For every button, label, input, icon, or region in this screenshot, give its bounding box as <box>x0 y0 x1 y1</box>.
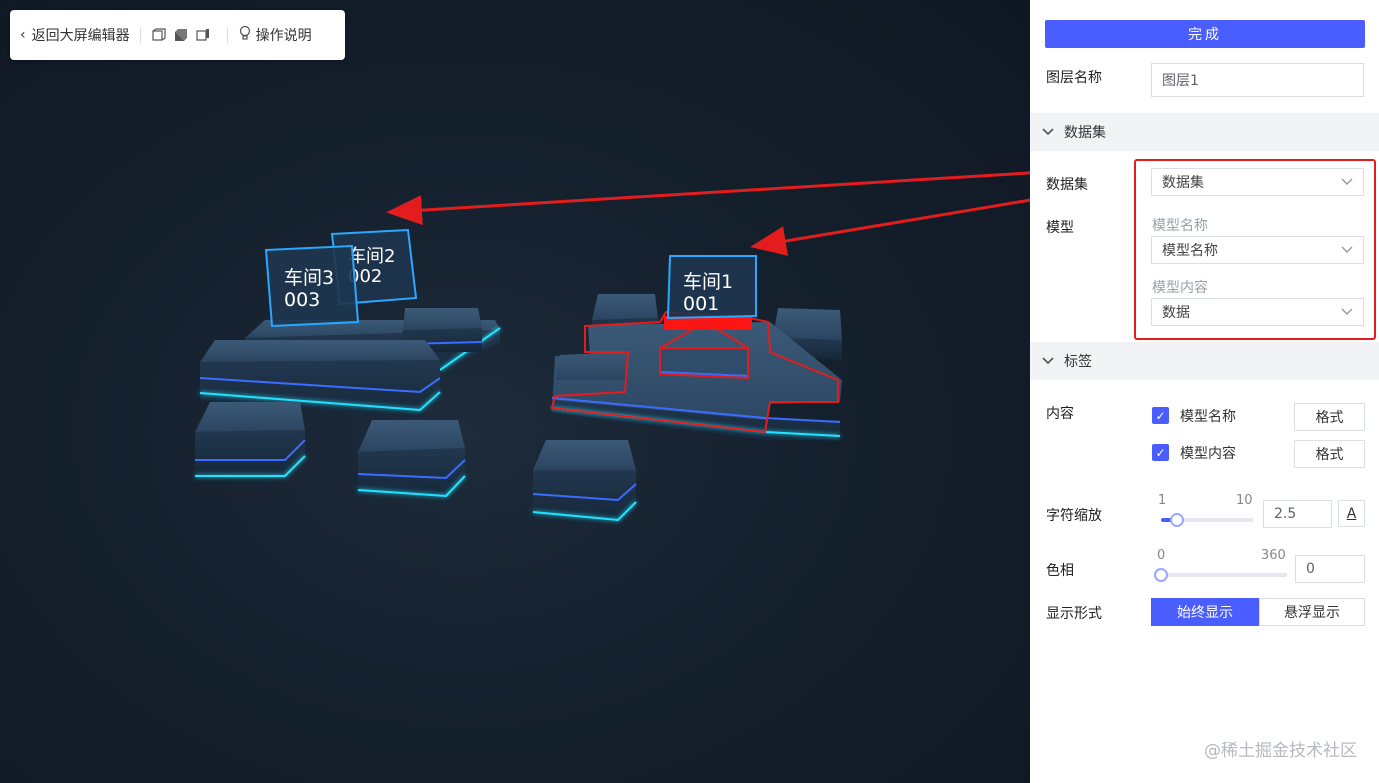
font-color-button[interactable]: A <box>1338 500 1365 527</box>
help-label: 操作说明 <box>255 28 312 44</box>
label-panel-1[interactable]: 车间1 001 <box>666 255 757 320</box>
done-button[interactable]: 完成 <box>1045 20 1365 48</box>
model-content-sublabel: 模型内容 <box>1152 280 1208 296</box>
label-3-code: 003 <box>284 289 320 311</box>
back-label: 返回大屏编辑器 <box>31 28 130 44</box>
layer-name-input[interactable]: 图层1 <box>1151 63 1364 97</box>
label-panel-3[interactable]: 车间3 003 <box>264 244 360 328</box>
model-content-format-button[interactable]: 格式 <box>1294 440 1365 468</box>
model-content-checkbox[interactable]: ✓ <box>1152 444 1169 461</box>
display-always-button[interactable]: 始终显示 <box>1151 598 1259 626</box>
model-name-select[interactable]: 模型名称 <box>1151 236 1364 264</box>
help-button[interactable]: 操作说明 <box>238 25 312 45</box>
char-scale-input[interactable]: 2.5 <box>1263 500 1332 528</box>
hue-min: 0 <box>1157 548 1166 563</box>
content-label: 内容 <box>1046 406 1074 422</box>
front-view-icon[interactable] <box>151 27 167 43</box>
workshop-left-group[interactable] <box>195 308 501 498</box>
model-name-checkbox-label: 模型名称 <box>1180 409 1236 425</box>
model-name-format-button[interactable]: 格式 <box>1294 403 1365 431</box>
chevron-down-icon <box>1042 124 1054 140</box>
perspective-view-icon[interactable] <box>173 27 189 43</box>
dataset-select-value: 数据集 <box>1162 175 1204 191</box>
annotation-arrow-left <box>386 171 1030 226</box>
hue-input[interactable]: 0 <box>1295 555 1365 583</box>
chevron-left-icon: ‹ <box>20 27 26 43</box>
tag-section-header[interactable]: 标签 <box>1030 342 1379 380</box>
hue-slider-thumb[interactable] <box>1154 568 1168 582</box>
check-icon: ✓ <box>1155 408 1166 423</box>
hue-max: 360 <box>1261 548 1286 563</box>
display-hover-button[interactable]: 悬浮显示 <box>1259 598 1365 626</box>
scene-canvas[interactable]: 车间2 002 车间3 003 车间1 001 <box>0 0 1030 783</box>
divider <box>139 27 141 43</box>
chevron-down-icon <box>1341 304 1353 320</box>
dataset-label: 数据集 <box>1046 177 1088 193</box>
top-toolbar: ‹ 返回大屏编辑器 操作说明 <box>10 10 345 60</box>
chevron-down-icon <box>1341 242 1353 258</box>
dataset-select[interactable]: 数据集 <box>1151 168 1364 196</box>
model-content-select-value: 数据 <box>1162 305 1190 321</box>
dataset-section-title: 数据集 <box>1064 125 1106 141</box>
chevron-down-icon <box>1042 353 1054 369</box>
label-2-name: 车间2 <box>348 246 395 267</box>
hue-label: 色相 <box>1046 563 1074 579</box>
model-name-sublabel: 模型名称 <box>1152 218 1208 234</box>
divider <box>226 27 228 43</box>
dataset-section-header[interactable]: 数据集 <box>1030 113 1379 151</box>
label-1-code: 001 <box>683 293 719 315</box>
model-label: 模型 <box>1046 220 1074 236</box>
char-scale-slider-thumb[interactable] <box>1170 513 1184 527</box>
side-view-icon[interactable] <box>195 27 211 43</box>
watermark: @稀土掘金技术社区 <box>1204 741 1357 761</box>
model-content-select[interactable]: 数据 <box>1151 298 1364 326</box>
annotation-arrow-right <box>750 198 1030 256</box>
tag-section-title: 标签 <box>1064 354 1092 370</box>
char-scale-label: 字符缩放 <box>1046 508 1102 524</box>
lightbulb-icon <box>238 25 252 45</box>
model-name-checkbox[interactable]: ✓ <box>1152 407 1169 424</box>
label-1-name: 车间1 <box>683 271 733 293</box>
back-to-editor-button[interactable]: ‹ 返回大屏编辑器 <box>20 25 130 45</box>
workshop-right-group[interactable] <box>532 294 842 522</box>
check-icon: ✓ <box>1155 445 1166 460</box>
chevron-down-icon <box>1341 174 1353 190</box>
model-content-checkbox-label: 模型内容 <box>1180 446 1236 462</box>
model-name-select-value: 模型名称 <box>1162 243 1218 259</box>
label-3-name: 车间3 <box>284 267 334 289</box>
layer-name-label: 图层名称 <box>1046 70 1102 86</box>
display-mode-label: 显示形式 <box>1046 606 1102 622</box>
properties-panel: 完成 图层名称 图层1 数据集 数据集 数据集 模型 模型名称 模型名称 模型内… <box>1030 0 1379 783</box>
hue-slider-track[interactable] <box>1161 573 1287 577</box>
char-scale-min: 1 <box>1158 493 1167 508</box>
char-scale-max: 10 <box>1236 493 1253 508</box>
3d-scene-viewport[interactable]: 车间2 002 车间3 003 车间1 001 <box>0 0 1030 783</box>
